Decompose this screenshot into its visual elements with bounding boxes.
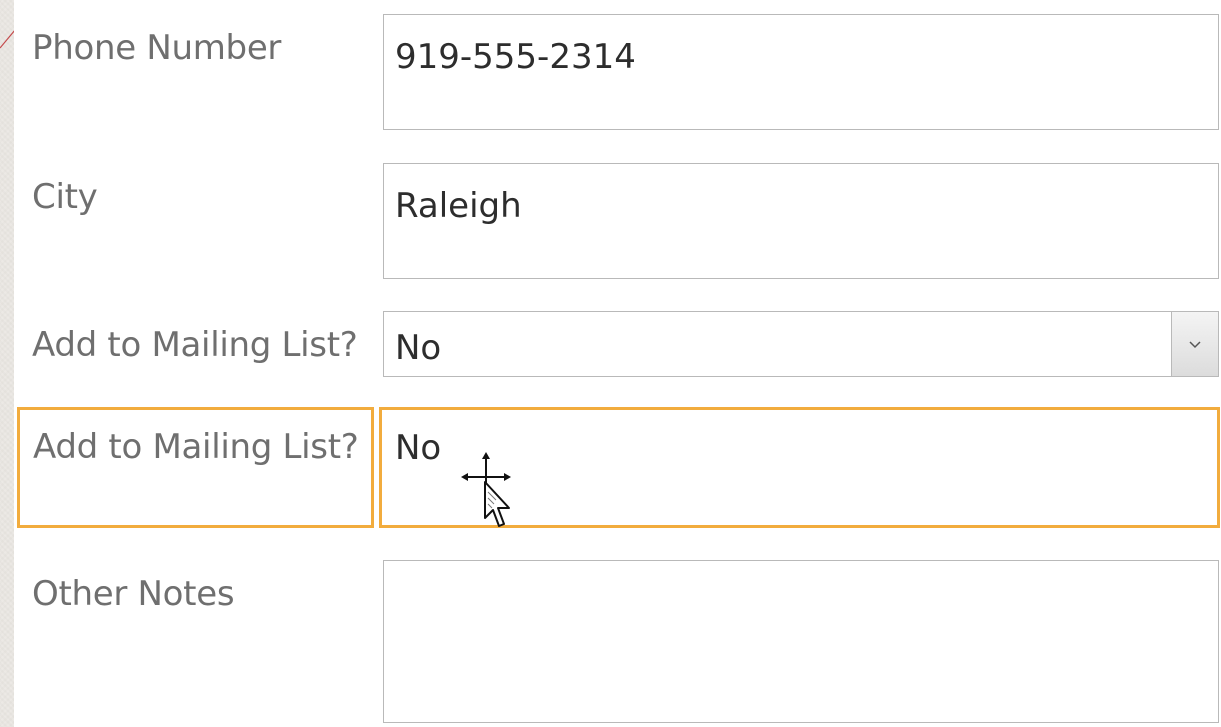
- dropdown-button[interactable]: [1171, 312, 1218, 376]
- city-label: City: [32, 177, 98, 217]
- move-cursor-icon: [461, 452, 511, 527]
- selected-mailing-list-label: Add to Mailing List?: [33, 427, 359, 467]
- selected-mailing-list-value: No: [395, 428, 442, 468]
- phone-field[interactable]: 919-555-2314: [383, 14, 1219, 130]
- phone-label: Phone Number: [32, 28, 282, 68]
- mailing-list-combobox[interactable]: No: [383, 311, 1219, 377]
- city-field[interactable]: Raleigh: [383, 163, 1219, 279]
- mailing-list-label: Add to Mailing List?: [32, 325, 358, 365]
- other-notes-label: Other Notes: [32, 574, 235, 614]
- selected-label-control[interactable]: Add to Mailing List?: [17, 407, 374, 528]
- chevron-down-icon: [1189, 341, 1201, 349]
- city-value: Raleigh: [395, 186, 522, 226]
- other-notes-field[interactable]: [383, 560, 1219, 723]
- mailing-list-value: No: [395, 328, 442, 368]
- phone-value: 919-555-2314: [395, 37, 636, 77]
